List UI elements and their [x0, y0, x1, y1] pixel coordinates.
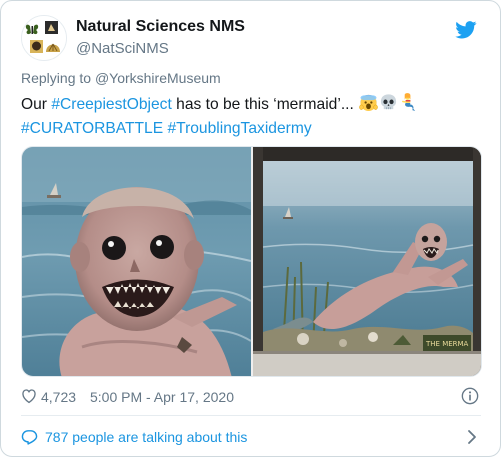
info-icon[interactable] [461, 387, 479, 405]
tweet-header: Natural Sciences NMS @NatSciNMS [21, 15, 481, 65]
mermaid-emoji [399, 93, 418, 112]
reply-prefix: Replying to [21, 70, 95, 86]
mermaid-closeup-photo[interactable] [22, 147, 252, 376]
avatar[interactable] [21, 15, 67, 61]
tweet-text-part: has to be this ‘mermaid’... [171, 96, 359, 113]
skull-emoji [379, 93, 398, 112]
like-count[interactable]: 4,723 [41, 389, 76, 405]
conversation-label: 787 people are talking about this [45, 429, 248, 445]
reply-to-link[interactable]: @YorkshireMuseum [95, 70, 221, 86]
hashtag-troubling-taxidermy[interactable]: #TroublingTaxidermy [167, 120, 311, 137]
author-name[interactable]: Natural Sciences NMS [76, 18, 245, 36]
heart-icon[interactable] [21, 388, 37, 404]
hashtag-creepiest-object[interactable]: #CreepiestObject [51, 96, 171, 113]
speech-bubble-icon [21, 428, 38, 445]
twitter-bird-icon[interactable] [455, 21, 477, 39]
tweet-meta: 4,723 5:00 PM - Apr 17, 2020 [21, 385, 481, 409]
chevron-right-icon [465, 429, 479, 445]
divider [21, 415, 481, 416]
author-handle[interactable]: @NatSciNMS [76, 40, 169, 57]
tweet-media: THE MERMA [21, 146, 482, 377]
tweet-card: Natural Sciences NMS @NatSciNMS Replying… [0, 0, 501, 457]
tweet-text: Our #CreepiestObject has to be this ‘mer… [21, 93, 481, 141]
tweet-text-part: Our [21, 96, 52, 113]
tweet-line-1: Our #CreepiestObject has to be this ‘mer… [21, 93, 481, 117]
conversation-link[interactable]: 787 people are talking about this [21, 425, 481, 449]
tweet-timestamp[interactable]: 5:00 PM - Apr 17, 2020 [90, 389, 234, 405]
reply-context: Replying to @YorkshireMuseum [21, 70, 221, 86]
mermaid-display-case-photo[interactable]: THE MERMA [253, 147, 481, 376]
scream-face-emoji [359, 93, 378, 112]
tweet-line-2: #CURATORBATTLE #TroublingTaxidermy [21, 117, 481, 141]
case-label: THE MERMA [425, 340, 469, 348]
hashtag-curator-battle[interactable]: #CURATORBATTLE [21, 120, 163, 137]
